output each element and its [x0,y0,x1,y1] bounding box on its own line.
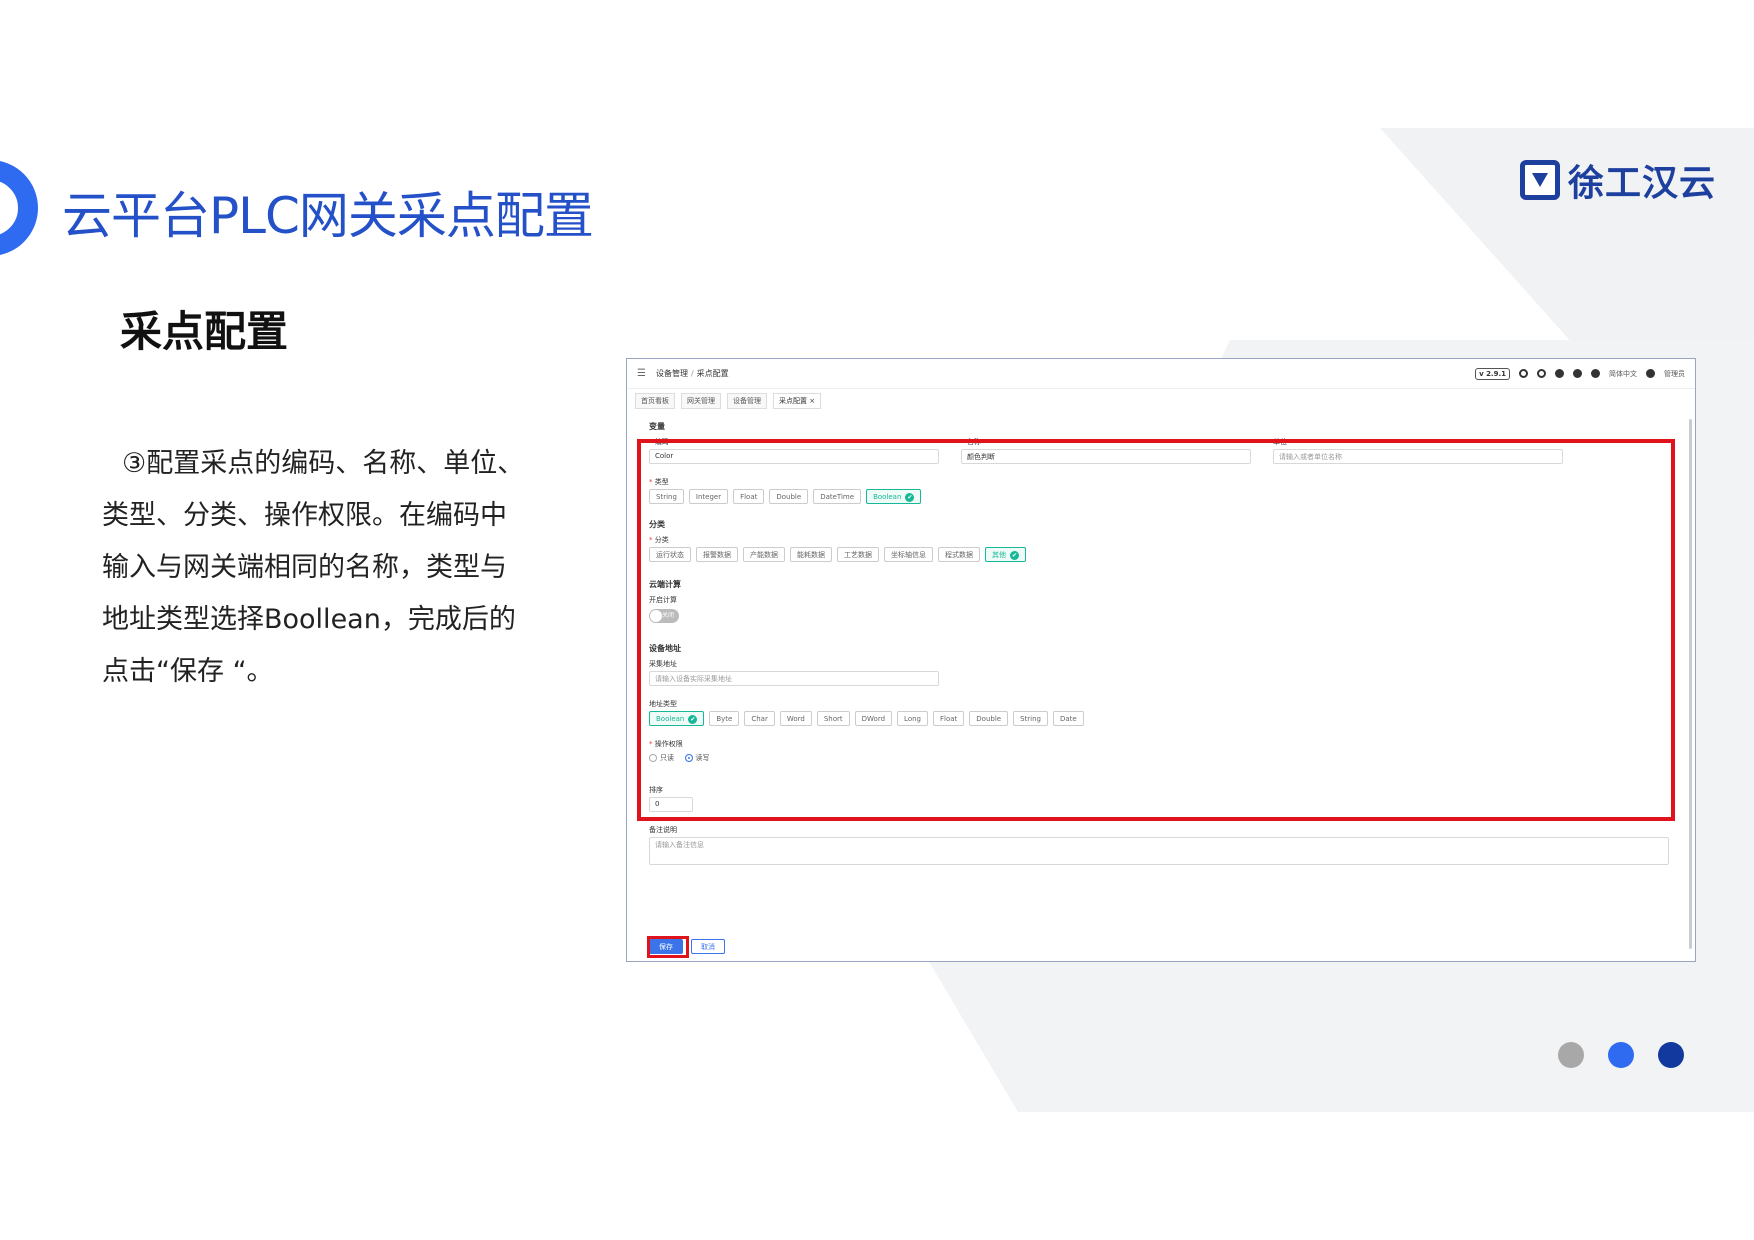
user-name[interactable]: 管理员 [1664,369,1685,379]
scrollbar[interactable] [1689,419,1692,949]
app-screenshot: ☰ 设备管理 / 采点配置 v 2.9.1 简体中文 管理员 首页看板 网关管理 设… [626,358,1696,962]
tab-dashboard[interactable]: 首页看板 [635,393,675,409]
instruction-line: 点击“保存 “。 [102,656,274,687]
remark-label: 备注说明 [649,826,677,834]
instruction-line: 地址类型选择Boollean，完成后的 [102,604,516,635]
avatar-icon[interactable] [1646,369,1655,378]
instruction-line: ③配置采点的编码、名称、单位、 [122,448,525,479]
xcmg-hanyun-logo: 徐工汉云 [1520,156,1716,204]
slide-title: 云平台PLC网关采点配置 [62,187,594,245]
page-tabs: 首页看板 网关管理 设备管理 采点配置 × [635,393,822,409]
dot-blue [1608,1042,1634,1068]
pagination-dots [1558,1042,1684,1068]
tab-device[interactable]: 设备管理 [727,393,767,409]
menu-icon[interactable]: ☰ [637,368,646,379]
section-heading: 采点配置 [120,307,289,356]
highlight-box [637,439,1675,821]
logo-text: 徐工汉云 [1568,163,1717,204]
bell-icon[interactable] [1591,369,1600,378]
instruction-line: 类型、分类、操作权限。在编码中 [102,500,507,531]
instruction-line: 输入与网关端相同的名称，类型与 [102,552,507,583]
tab-gateway[interactable]: 网关管理 [681,393,721,409]
breadcrumb-item: 采点配置 [696,369,729,378]
dot-navy [1658,1042,1684,1068]
help-icon[interactable] [1573,369,1582,378]
cancel-button[interactable]: 取消 [691,939,725,954]
save-highlight-box [647,936,689,958]
dot-gray [1558,1042,1584,1068]
slide: 云平台PLC网关采点配置 徐工汉云 采点配置 ③配置采点的编码、名称、单位、 类… [0,0,1754,1240]
tab-point-config[interactable]: 采点配置 × [773,393,822,409]
language-select[interactable]: 简体中文 [1609,369,1637,379]
instruction-text: ③配置采点的编码、名称、单位、 类型、分类、操作权限。在编码中 输入与网关端相同… [102,438,562,698]
section-variable: 变量 [649,422,665,431]
breadcrumb-item[interactable]: 设备管理 [656,369,688,378]
remark-textarea[interactable]: 请输入备注信息 [649,837,1669,865]
logo-mark-icon [1520,160,1560,200]
breadcrumb: 设备管理 / 采点配置 [655,369,729,378]
fullscreen-icon[interactable] [1555,369,1564,378]
app-topbar: ☰ 设备管理 / 采点配置 v 2.9.1 简体中文 管理员 [627,359,1695,389]
version-badge: v 2.9.1 [1475,367,1510,380]
topbar-actions: v 2.9.1 简体中文 管理员 [1475,367,1685,380]
cloud-icon[interactable] [1537,369,1546,378]
refresh-icon[interactable] [1519,369,1528,378]
